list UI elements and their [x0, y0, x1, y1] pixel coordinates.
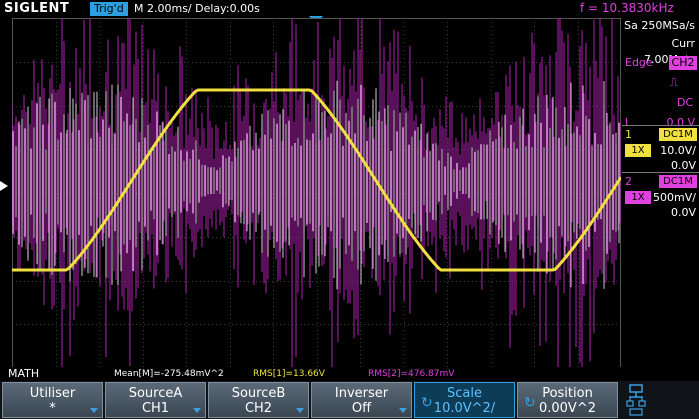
trigger-status-badge: Trig'd [90, 2, 128, 16]
channel-coupling-badge: DC1M [659, 175, 697, 188]
menu-button-invert[interactable]: Inverser Off [311, 382, 412, 418]
rising-edge-icon: ⎍ [670, 76, 678, 89]
measurement-bar [0, 367, 699, 381]
adjust-knob-icon: ↻ [421, 395, 433, 411]
dropdown-arrow-icon [296, 408, 304, 413]
math-label: MATH [8, 367, 40, 380]
timebase-readout[interactable]: M 2.00ms/ Delay:0.00s [134, 2, 260, 15]
channel-scale: 10.0V/ [660, 144, 696, 157]
memory-depth: Curr 7.00Mpts [644, 37, 695, 66]
waveform-display[interactable] [12, 18, 621, 368]
trigger-coupling: DC [677, 96, 694, 109]
sample-rate: Sa 250MSa/s [624, 19, 695, 32]
channel-offset: 0.0V [670, 159, 696, 172]
channel-number: 1 [625, 128, 632, 141]
channel-offset: 0.0V [670, 206, 696, 219]
measurement-rms-ch1: RMS[1]=13.66V [253, 369, 325, 379]
status-bar: SIGLENT Trig'd M 2.00ms/ Delay:0.00s f =… [0, 0, 699, 18]
probe-badge: 1X [625, 144, 651, 157]
probe-badge: 1X [625, 191, 651, 204]
dropdown-arrow-icon [90, 408, 98, 413]
menu-button-operator[interactable]: Utiliser * [2, 382, 103, 418]
measurement-mean: Mean[M]=-275.48mV^2 [114, 369, 224, 379]
channel-2-panel[interactable]: 2 DC1M 1X 500mV/ 0.0V [622, 172, 699, 245]
channel-scale: 500mV/ [653, 191, 696, 204]
menu-button-source-a[interactable]: SourceA CH1 [105, 382, 206, 418]
menu-button-source-b[interactable]: SourceB CH2 [208, 382, 309, 418]
channel-coupling-badge: DC1M [659, 128, 697, 141]
trigger-type-label: Edge [625, 56, 653, 69]
menu-button-scale[interactable]: ↻ Scale 10.0V^2/ [414, 382, 515, 418]
trigger-source-badge[interactable]: CH2 [669, 56, 697, 70]
brand-logo: SIGLENT [4, 1, 70, 16]
channel-number: 2 [625, 175, 632, 188]
dropdown-arrow-icon [399, 408, 407, 413]
adjust-knob-icon: ↻ [524, 395, 536, 411]
menu-button-position[interactable]: ↻ Position 0.00V^2 [517, 382, 618, 418]
dropdown-arrow-icon [193, 408, 201, 413]
measurement-rms-ch2: RMS[2]=476.87mV [368, 369, 455, 379]
network-icon [626, 384, 646, 416]
frequency-readout: f = 10.3830kHz [580, 1, 674, 15]
math-ground-marker-icon[interactable] [0, 181, 8, 191]
